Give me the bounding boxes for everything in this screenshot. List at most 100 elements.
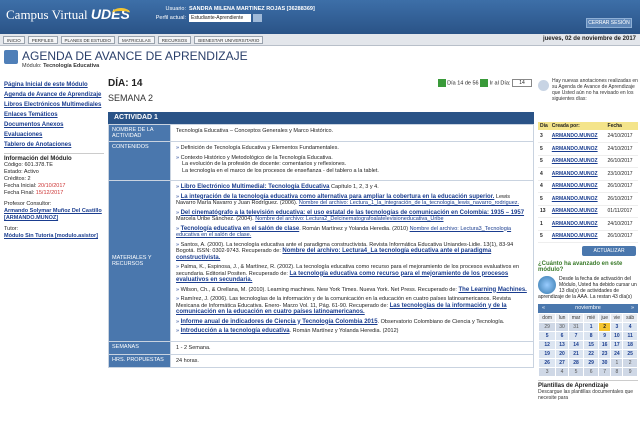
calendar-day[interactable]: 1 bbox=[610, 358, 624, 368]
ann-author-link[interactable]: ARMANDO.MUNOZ bbox=[552, 196, 598, 202]
materials-label: MATERIALES Y RECURSOS bbox=[108, 180, 171, 342]
sidebar-link-links[interactable]: Enlaces Temáticos bbox=[4, 110, 104, 120]
calendar-day[interactable]: 3 bbox=[610, 322, 624, 332]
ann-author-link[interactable]: ARMANDO.MUNOZ bbox=[552, 171, 598, 177]
material-file-link[interactable]: The Learning Machines. bbox=[458, 287, 526, 293]
calendar-day[interactable]: 21 bbox=[567, 349, 585, 359]
calendar-day[interactable]: 1 bbox=[583, 322, 599, 332]
material-item: Libro Electrónico Multimedial: Tecnologí… bbox=[176, 184, 528, 191]
calendar-day[interactable]: 14 bbox=[567, 340, 585, 350]
material-text: . Román Martínez y Yolanda Heredia. (201… bbox=[289, 328, 399, 334]
ann-day: 13 bbox=[538, 205, 550, 218]
sidebar-link-agenda[interactable]: Agenda de Avance de Aprendizaje bbox=[4, 90, 104, 100]
calendar-day[interactable]: 16 bbox=[597, 340, 612, 350]
calendar-day-today[interactable]: 2 bbox=[597, 322, 612, 332]
sidebar-link-evaluations[interactable]: Evaluaciones bbox=[4, 130, 104, 140]
material-title-link[interactable]: Introducción a la tecnología educativa bbox=[181, 328, 290, 334]
material-title-link[interactable]: Tecnología educativa en el salón de clas… bbox=[181, 226, 300, 232]
material-file-link[interactable]: Nombre del archivo: Lectura2_Delcinemato… bbox=[255, 216, 443, 222]
nav-tab-recursos[interactable]: RECURSOS bbox=[157, 36, 192, 44]
material-title-link[interactable]: Libro Electrónico Multimedial: Tecnologí… bbox=[181, 184, 330, 190]
sidebar-link-notes[interactable]: Tablero de Anotaciones bbox=[4, 140, 104, 150]
tutor-label: Tutor: bbox=[4, 226, 19, 232]
calendar-day[interactable]: 9 bbox=[622, 367, 638, 377]
calendar-day[interactable]: 11 bbox=[622, 331, 638, 341]
ann-author-link[interactable]: ARMANDO.MUNOZ bbox=[552, 233, 598, 239]
calendar-day[interactable]: 12 bbox=[537, 340, 557, 350]
logo-swoosh-icon bbox=[112, 8, 130, 18]
calendar-day[interactable]: 19 bbox=[537, 349, 557, 359]
calendar: dom lun mar mié jue vie sáb 29 30 31 1 2 3 4 5 6 7 8 9 10… bbox=[537, 313, 638, 377]
calendar-day[interactable]: 15 bbox=[583, 340, 599, 350]
calendar-day[interactable]: 4 bbox=[622, 322, 638, 332]
calendar-day[interactable]: 20 bbox=[555, 349, 569, 359]
calendar-day[interactable]: 5 bbox=[537, 331, 557, 341]
ann-author-link[interactable]: ARMANDO.MUNOZ bbox=[552, 133, 598, 139]
nav-tab-bienestar[interactable]: BIENESTAR UNIVERSITARIO bbox=[194, 36, 264, 44]
sidebar-link-ebooks[interactable]: Libros Electrónicos Multimediales bbox=[4, 100, 104, 110]
sidebar-link-home[interactable]: Página Inicial de este Módulo bbox=[4, 80, 104, 90]
material-item: Wilson, Ch., & Orellana, M. (2010). Lear… bbox=[176, 287, 528, 294]
calendar-day[interactable]: 30 bbox=[597, 358, 612, 368]
calendar-day[interactable]: 31 bbox=[567, 322, 585, 332]
nav-tab-perfiles[interactable]: PERFILES bbox=[27, 36, 58, 44]
material-item: Tecnología educativa en el salón de clas… bbox=[176, 226, 528, 239]
module-name: Tecnología Educativa bbox=[43, 63, 100, 69]
calendar-day[interactable]: 25 bbox=[622, 349, 638, 359]
calendar-day[interactable]: 27 bbox=[555, 358, 569, 368]
prev-day-icon[interactable] bbox=[437, 79, 446, 87]
calendar-day[interactable]: 8 bbox=[610, 367, 624, 377]
calendar-day[interactable]: 7 bbox=[597, 367, 612, 377]
calendar-day[interactable]: 6 bbox=[583, 367, 599, 377]
calendar-day[interactable]: 4 bbox=[555, 367, 569, 377]
logout-button[interactable]: CERRAR SESIÓN bbox=[586, 18, 632, 28]
tutor-link[interactable]: Módulo Sin Tutoría [modulo.asistor] bbox=[4, 233, 104, 240]
ann-author-link[interactable]: ARMANDO.MUNOZ bbox=[552, 158, 598, 164]
nav-tab-matriculas[interactable]: MATRICULAS bbox=[118, 36, 155, 44]
calendar-day[interactable]: 26 bbox=[537, 358, 557, 368]
calendar-day[interactable]: 28 bbox=[567, 358, 585, 368]
material-title-link[interactable]: Del cinematógrafo a la televisión educat… bbox=[181, 210, 524, 216]
calendar-day[interactable]: 30 bbox=[555, 322, 569, 332]
ann-author-link[interactable]: ARMANDO.MUNOZ bbox=[552, 146, 598, 152]
calendar-prev-icon[interactable]: « bbox=[542, 304, 545, 313]
ann-day: 5 bbox=[538, 192, 550, 206]
calendar-day[interactable]: 7 bbox=[567, 331, 585, 341]
calendar-day[interactable]: 2 bbox=[622, 358, 638, 368]
top-header-bar: Campus Virtual UDES Usuario: SANDRA MILEN… bbox=[0, 0, 640, 34]
update-button[interactable]: ACTUALIZAR bbox=[582, 246, 636, 256]
calendar-day[interactable]: 8 bbox=[583, 331, 599, 341]
profile-select[interactable]: Estudiante-Aprendiente bbox=[189, 14, 251, 22]
sidebar-link-documents[interactable]: Documentos Anexos bbox=[4, 120, 104, 130]
material-title-link[interactable]: La integración de la tecnología educativ… bbox=[181, 194, 495, 200]
material-file-link[interactable]: Nombre del archivo: Lectura_1_la_integra… bbox=[299, 200, 519, 206]
material-item: Ramírez, J. (2006). Las tecnologías de l… bbox=[176, 296, 528, 316]
campus-logo[interactable]: Campus Virtual UDES bbox=[6, 6, 130, 23]
calendar-day[interactable]: 10 bbox=[610, 331, 624, 341]
profile-go-button[interactable] bbox=[253, 14, 262, 22]
next-day-icon[interactable] bbox=[480, 79, 489, 87]
ann-author-link[interactable]: ARMANDO.MUNOZ bbox=[552, 221, 598, 227]
calendar-day[interactable]: 29 bbox=[537, 322, 557, 332]
calendar-next-icon[interactable]: » bbox=[631, 304, 634, 313]
end-label: Fecha Final: bbox=[4, 190, 35, 196]
calendar-day[interactable]: 13 bbox=[555, 340, 569, 350]
calendar-day[interactable]: 24 bbox=[610, 349, 624, 359]
goto-day-select[interactable]: 14 bbox=[512, 79, 532, 87]
calendar-day[interactable]: 18 bbox=[622, 340, 638, 350]
calendar-day[interactable]: 23 bbox=[597, 349, 612, 359]
calendar-day[interactable]: 5 bbox=[567, 367, 585, 377]
calendar-day[interactable]: 9 bbox=[597, 331, 612, 341]
calendar-day[interactable]: 22 bbox=[583, 349, 599, 359]
ann-author-link[interactable]: ARMANDO.MUNOZ bbox=[552, 208, 598, 214]
calendar-day[interactable]: 3 bbox=[537, 367, 557, 377]
calendar-day[interactable]: 17 bbox=[610, 340, 624, 350]
material-title-link[interactable]: Informe anual de indicadores de Ciencia … bbox=[181, 319, 378, 325]
nav-tab-planes[interactable]: PLANES DE ESTUDIO bbox=[60, 36, 116, 44]
weekday-label: dom bbox=[537, 313, 557, 323]
nav-tab-inicio[interactable]: INICIO bbox=[3, 36, 25, 44]
calendar-day[interactable]: 29 bbox=[583, 358, 599, 368]
ann-author-link[interactable]: ARMANDO.MUNOZ bbox=[552, 183, 598, 189]
professor-link[interactable]: Armando Solymar Muñoz Del Castillo [ARMA… bbox=[4, 208, 104, 222]
calendar-day[interactable]: 6 bbox=[555, 331, 569, 341]
